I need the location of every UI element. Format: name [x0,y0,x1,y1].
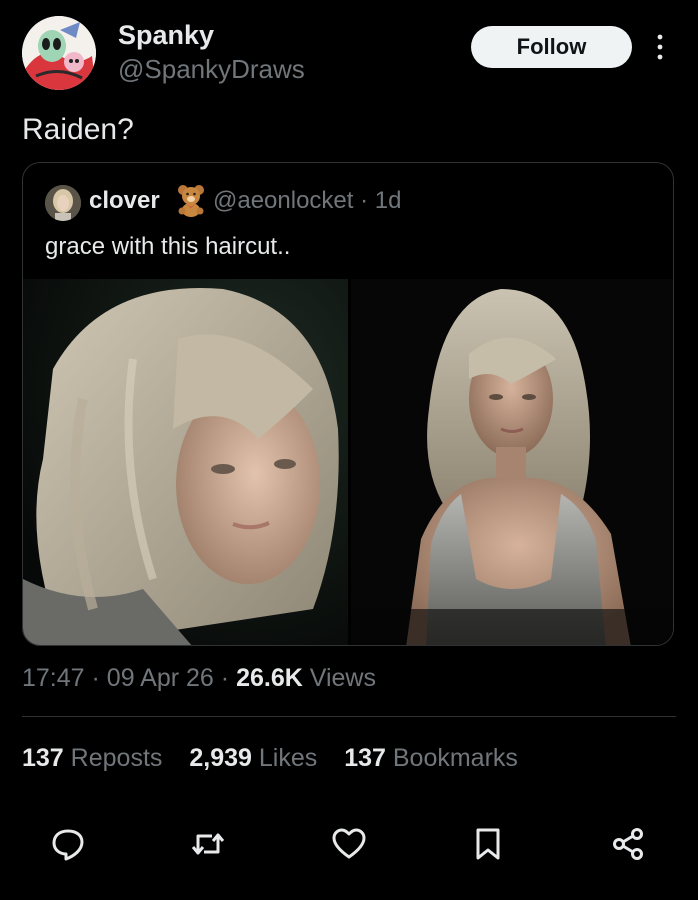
quote-text: grace with this haircut.. [45,233,291,260]
bookmark-icon[interactable] [470,826,506,862]
post-date[interactable]: 09 Apr 26 [107,664,214,692]
reposts-label: Reposts [70,744,163,772]
bookmarks-count: 137 [344,744,386,772]
quote-display-name[interactable]: clover [89,189,160,213]
quote-age: 1d [374,187,402,214]
quote-avatar[interactable] [45,185,81,221]
heart-icon[interactable] [331,826,367,862]
quote-handle-text: @aeonlocket [213,187,354,214]
likes-stat[interactable]: 2,939 Likes [189,744,324,772]
quote-separator: · [360,187,369,214]
views-count: 26.6K [236,664,303,692]
meta-separator: · [220,664,230,692]
author-display-name[interactable]: Spanky [118,22,214,49]
more-vertical-icon[interactable] [650,32,670,62]
post-meta: 17:47 · 09 Apr 26 · 26.6K Views [22,666,376,691]
likes-count: 2,939 [189,744,252,772]
follow-button[interactable]: Follow [471,26,632,68]
post-text: Raiden? [22,113,134,146]
likes-label: Likes [258,744,318,772]
engagement-stats: 137 Reposts 2,939 Likes 137 Bookmarks [22,746,538,771]
teddy-bear-icon [175,183,207,217]
meta-separator: · [91,664,100,692]
views-label: Views [309,664,376,692]
reposts-stat[interactable]: 137 Reposts [22,744,169,772]
author-avatar[interactable] [22,16,96,90]
reply-icon[interactable] [50,826,86,862]
quote-image-closeup[interactable] [23,279,348,645]
quote-handle[interactable]: @aeonlocket · 1d [213,189,402,213]
reposts-count: 137 [22,744,64,772]
post-time[interactable]: 17:47 [22,664,85,692]
quoted-post[interactable]: clover @aeonlocket · 1d grace with this … [22,162,674,646]
quote-image-portrait[interactable] [351,279,673,645]
bookmarks-stat[interactable]: 137 Bookmarks [344,744,518,772]
repost-icon[interactable] [190,826,226,862]
bookmarks-label: Bookmarks [392,744,518,772]
author-handle[interactable]: @SpankyDraws [118,56,305,82]
divider [22,716,676,717]
share-icon[interactable] [610,826,646,862]
